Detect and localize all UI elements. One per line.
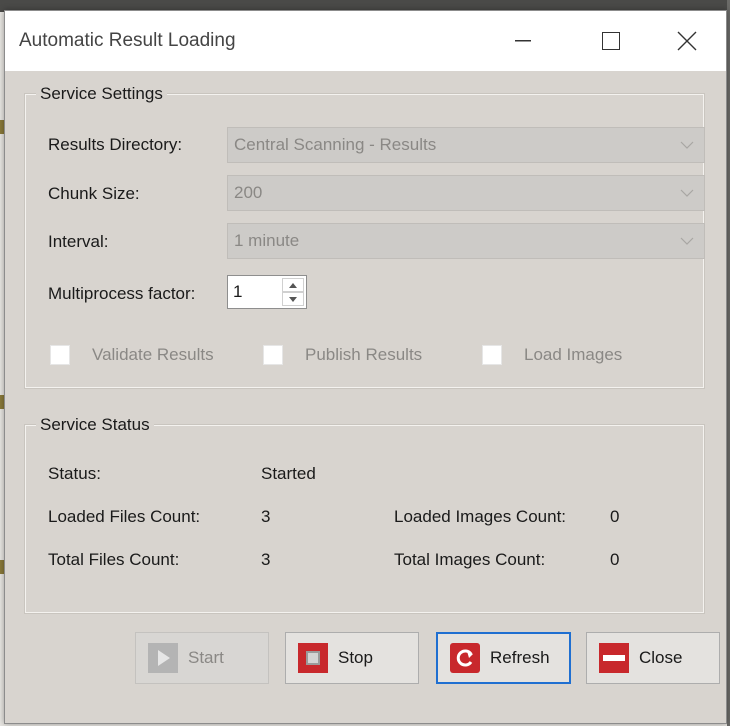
chevron-down-icon — [680, 189, 694, 197]
arrow-up-icon — [289, 282, 297, 288]
loaded-images-label: Loaded Images Count: — [394, 507, 567, 526]
start-button[interactable]: Start — [135, 632, 269, 684]
stop-icon — [298, 643, 328, 673]
close-icon — [677, 31, 697, 51]
publish-results-label: Publish Results — [305, 345, 423, 364]
publish-results-checkbox[interactable]: Publish Results — [263, 345, 422, 365]
close-dialog-icon — [599, 643, 629, 673]
validate-results-checkbox[interactable]: Validate Results — [50, 345, 214, 365]
results-directory-label: Results Directory: — [48, 135, 183, 154]
refresh-icon — [450, 643, 480, 673]
interval-label: Interval: — [48, 232, 109, 251]
total-files-value: 3 — [261, 550, 271, 569]
arrow-down-icon — [289, 296, 297, 302]
service-status-title: Service Status — [36, 415, 154, 435]
chevron-down-icon — [680, 141, 694, 149]
checkbox-box[interactable] — [263, 345, 283, 365]
stop-button[interactable]: Stop — [285, 632, 419, 684]
maximize-button[interactable] — [567, 11, 655, 71]
checkbox-box[interactable] — [50, 345, 70, 365]
chunk-size-value: 200 — [234, 183, 263, 202]
results-directory-combo[interactable]: Central Scanning - Results — [227, 127, 705, 163]
window-title: Automatic Result Loading — [19, 30, 236, 51]
load-images-checkbox[interactable]: Load Images — [482, 345, 622, 365]
minimize-icon — [515, 40, 531, 42]
service-settings-title: Service Settings — [36, 84, 167, 104]
title-bar: Automatic Result Loading — [5, 11, 726, 71]
close-window-button[interactable] — [648, 11, 726, 71]
validate-results-label: Validate Results — [92, 345, 214, 364]
interval-value: 1 minute — [234, 231, 300, 250]
refresh-button-label: Refresh — [490, 648, 550, 667]
total-images-label: Total Images Count: — [394, 550, 546, 569]
play-icon — [148, 643, 178, 673]
status-value: Started — [261, 464, 316, 483]
refresh-button[interactable]: Refresh — [436, 632, 571, 684]
interval-combo[interactable]: 1 minute — [227, 223, 705, 259]
total-images-value: 0 — [610, 550, 620, 569]
loaded-images-value: 0 — [610, 507, 620, 526]
stepper-up-button[interactable] — [282, 278, 304, 292]
loaded-files-value: 3 — [261, 507, 271, 526]
chunk-size-combo[interactable]: 200 — [227, 175, 705, 211]
close-button[interactable]: Close — [586, 632, 720, 684]
load-images-label: Load Images — [524, 345, 623, 364]
total-files-label: Total Files Count: — [48, 550, 180, 569]
stop-button-label: Stop — [338, 648, 373, 667]
multiprocess-factor-stepper[interactable]: 1 — [227, 275, 307, 309]
checkbox-box[interactable] — [482, 345, 502, 365]
multiprocess-factor-label: Multiprocess factor: — [48, 284, 196, 303]
results-directory-value: Central Scanning - Results — [234, 135, 437, 154]
multiprocess-factor-value: 1 — [233, 282, 243, 301]
loaded-files-label: Loaded Files Count: — [48, 507, 201, 526]
minimize-button[interactable] — [479, 11, 567, 71]
chunk-size-label: Chunk Size: — [48, 184, 140, 203]
stepper-down-button[interactable] — [282, 292, 304, 306]
close-button-label: Close — [639, 648, 683, 667]
start-button-label: Start — [188, 648, 224, 667]
status-label: Status: — [48, 464, 101, 483]
dialog-window: Automatic Result Loading Service Setting… — [4, 10, 727, 724]
maximize-icon — [602, 32, 620, 50]
chevron-down-icon — [680, 237, 694, 245]
